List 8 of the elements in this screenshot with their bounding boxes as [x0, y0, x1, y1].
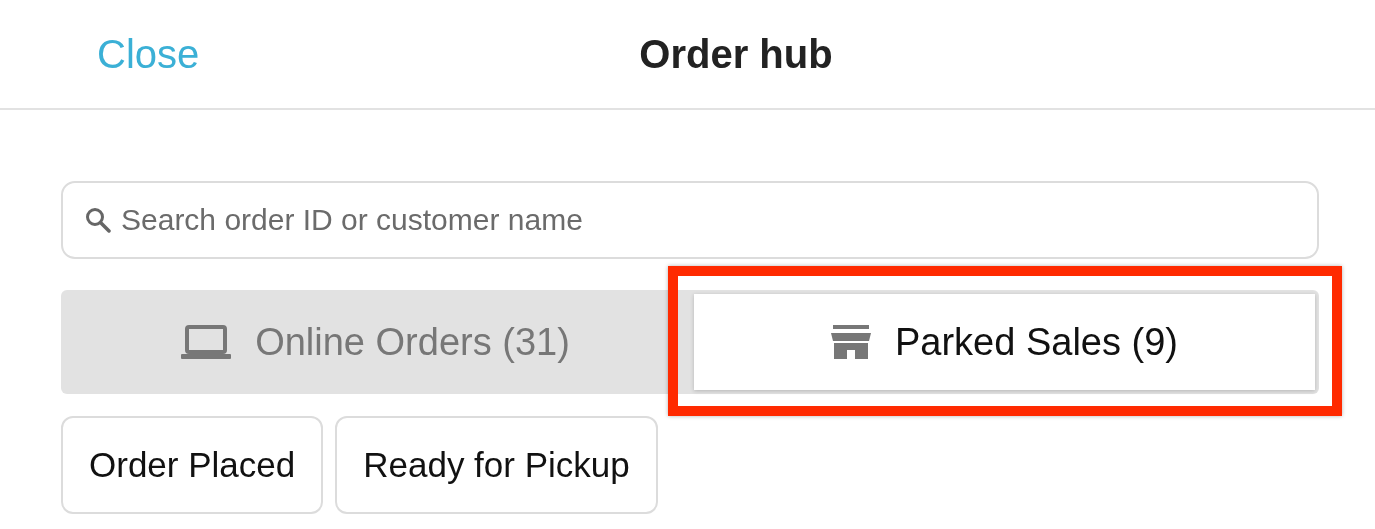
search-icon	[85, 207, 111, 233]
window-title: Order hub	[639, 31, 833, 77]
filter-chip[interactable]: Order Placed	[61, 416, 324, 514]
tab[interactable]: Parked Sales (9)	[694, 294, 1315, 390]
filter-chip[interactable]: Ready for Pickup	[335, 416, 658, 514]
laptop-icon	[181, 325, 232, 359]
search-field[interactable]: Search order ID or customer name	[61, 181, 1319, 259]
store-icon	[831, 325, 871, 359]
